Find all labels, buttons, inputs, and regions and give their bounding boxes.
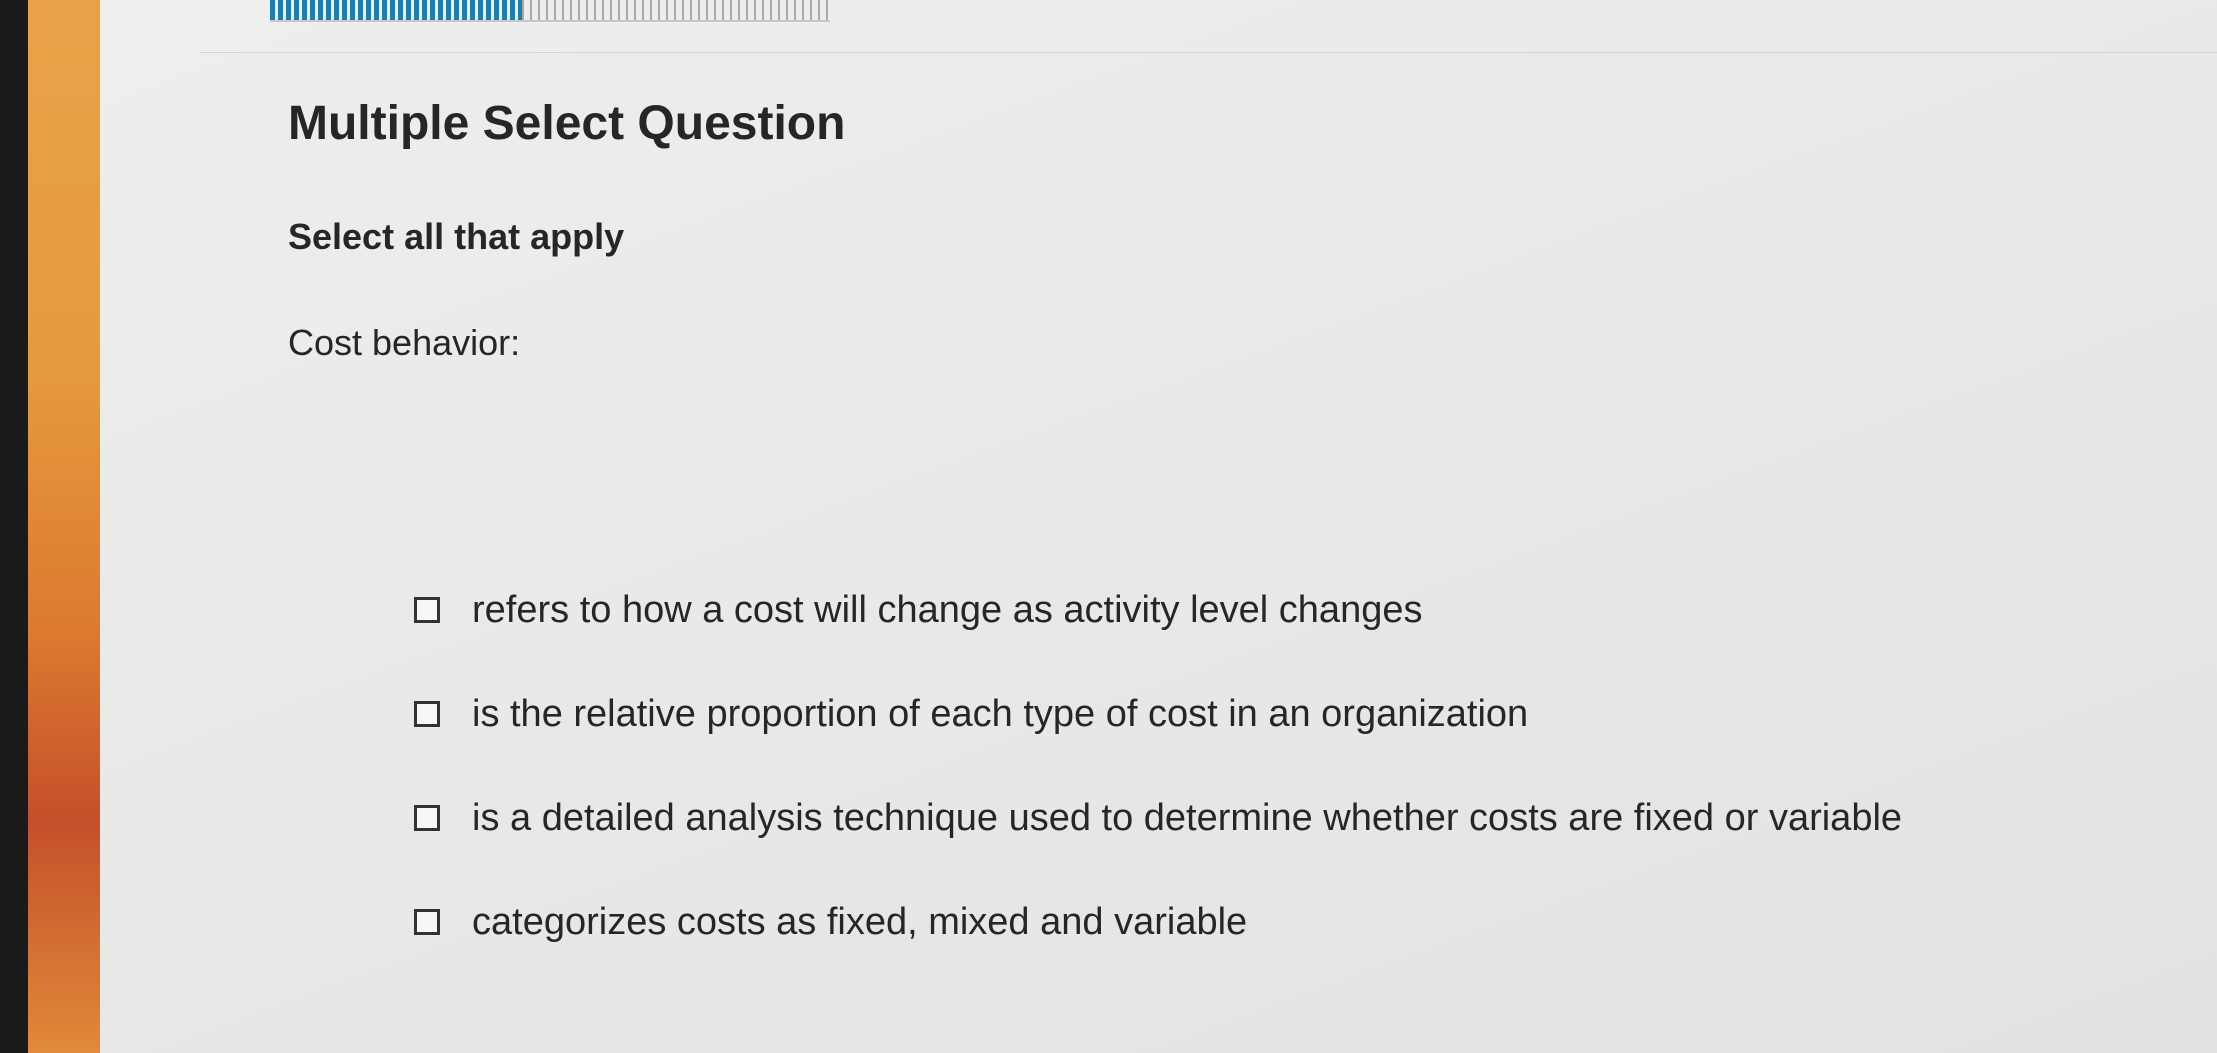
question-prompt: Cost behavior: <box>288 322 521 363</box>
header-divider <box>200 52 2217 53</box>
answer-options-list: refers to how a cost will change as acti… <box>414 584 1902 1000</box>
option-label[interactable]: categorizes costs as fixed, mixed and va… <box>472 901 1247 944</box>
option-label[interactable]: is a detailed analysis technique used to… <box>472 797 1902 840</box>
device-bezel <box>0 0 28 1053</box>
option-label[interactable]: is the relative proportion of each type … <box>472 693 1528 736</box>
option-checkbox[interactable] <box>414 701 440 727</box>
answer-option[interactable]: is the relative proportion of each type … <box>414 688 1902 740</box>
option-checkbox[interactable] <box>414 805 440 831</box>
side-accent-strip <box>28 0 100 1053</box>
option-checkbox[interactable] <box>414 909 440 935</box>
option-checkbox[interactable] <box>414 597 440 623</box>
question-screen: Multiple Select Question Select all that… <box>100 0 2217 1053</box>
question-type-title: Multiple Select Question <box>288 97 846 150</box>
progress-bar-fill <box>270 0 522 20</box>
answer-option[interactable]: categorizes costs as fixed, mixed and va… <box>414 896 1902 948</box>
option-label[interactable]: refers to how a cost will change as acti… <box>472 589 1422 632</box>
progress-bar <box>270 0 830 22</box>
answer-option[interactable]: is a detailed analysis technique used to… <box>414 792 1902 844</box>
question-instruction: Select all that apply <box>288 216 625 257</box>
answer-option[interactable]: refers to how a cost will change as acti… <box>414 584 1902 636</box>
progress-bar-remaining <box>522 0 830 20</box>
